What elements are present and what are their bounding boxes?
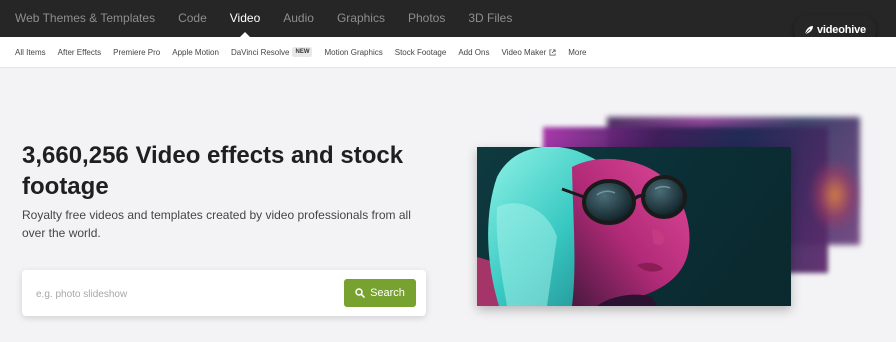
hero-image: [477, 147, 791, 306]
subnav-label: Add Ons: [458, 47, 490, 57]
search-icon: [355, 288, 365, 298]
sub-navigation: All Items After Effects Premiere Pro App…: [0, 37, 896, 68]
leaf-icon: [804, 26, 814, 35]
subnav-more[interactable]: More: [568, 48, 586, 57]
new-badge: NEW: [292, 47, 313, 57]
external-link-icon: [549, 48, 556, 56]
subnav-apple-motion[interactable]: Apple Motion: [172, 48, 219, 57]
tab-code[interactable]: Code: [178, 0, 207, 37]
page-title: 3,660,256 Video effects and stock footag…: [22, 142, 404, 200]
page-subtitle: Royalty free videos and templates create…: [22, 208, 411, 240]
subnav-label: Stock Footage: [394, 47, 447, 57]
subnav-label: Apple Motion: [172, 47, 219, 57]
tab-web-themes[interactable]: Web Themes & Templates: [15, 0, 155, 37]
search-button[interactable]: Search: [344, 279, 416, 307]
subnav-all-items[interactable]: All Items: [15, 48, 46, 57]
subnav-label: Premiere Pro: [113, 47, 161, 57]
subnav-label: Motion Graphics: [324, 47, 383, 57]
subnav-add-ons[interactable]: Add Ons: [458, 48, 489, 57]
search-box: Search: [22, 270, 426, 316]
subnav-label: More: [568, 47, 587, 57]
subnav-premiere-pro[interactable]: Premiere Pro: [113, 48, 160, 57]
top-navigation: Web Themes & Templates Code Video Audio …: [0, 0, 896, 45]
search-input[interactable]: [34, 279, 338, 309]
hero-background-light: [810, 160, 860, 230]
subnav-label: After Effects: [57, 47, 102, 57]
category-tabs: Web Themes & Templates Code Video Audio …: [15, 0, 512, 37]
subnav-motion-graphics[interactable]: Motion Graphics: [324, 48, 382, 57]
tab-video[interactable]: Video: [230, 0, 260, 37]
tab-photos[interactable]: Photos: [408, 0, 445, 37]
tab-audio[interactable]: Audio: [283, 0, 314, 37]
subnav-video-maker[interactable]: Video Maker: [501, 48, 556, 57]
logo-text: videohive: [817, 24, 866, 36]
subnav-label: All Items: [15, 47, 46, 57]
subnav-label: DaVinci Resolve: [230, 47, 290, 57]
subnav-after-effects[interactable]: After Effects: [58, 48, 101, 57]
tab-graphics[interactable]: Graphics: [337, 0, 385, 37]
tab-3d-files[interactable]: 3D Files: [468, 0, 512, 37]
subnav-label: Video Maker: [501, 47, 547, 57]
subnav-davinci-resolve[interactable]: DaVinci Resolve NEW: [231, 47, 313, 57]
subnav-stock-footage[interactable]: Stock Footage: [395, 48, 447, 57]
search-button-label: Search: [370, 287, 405, 299]
